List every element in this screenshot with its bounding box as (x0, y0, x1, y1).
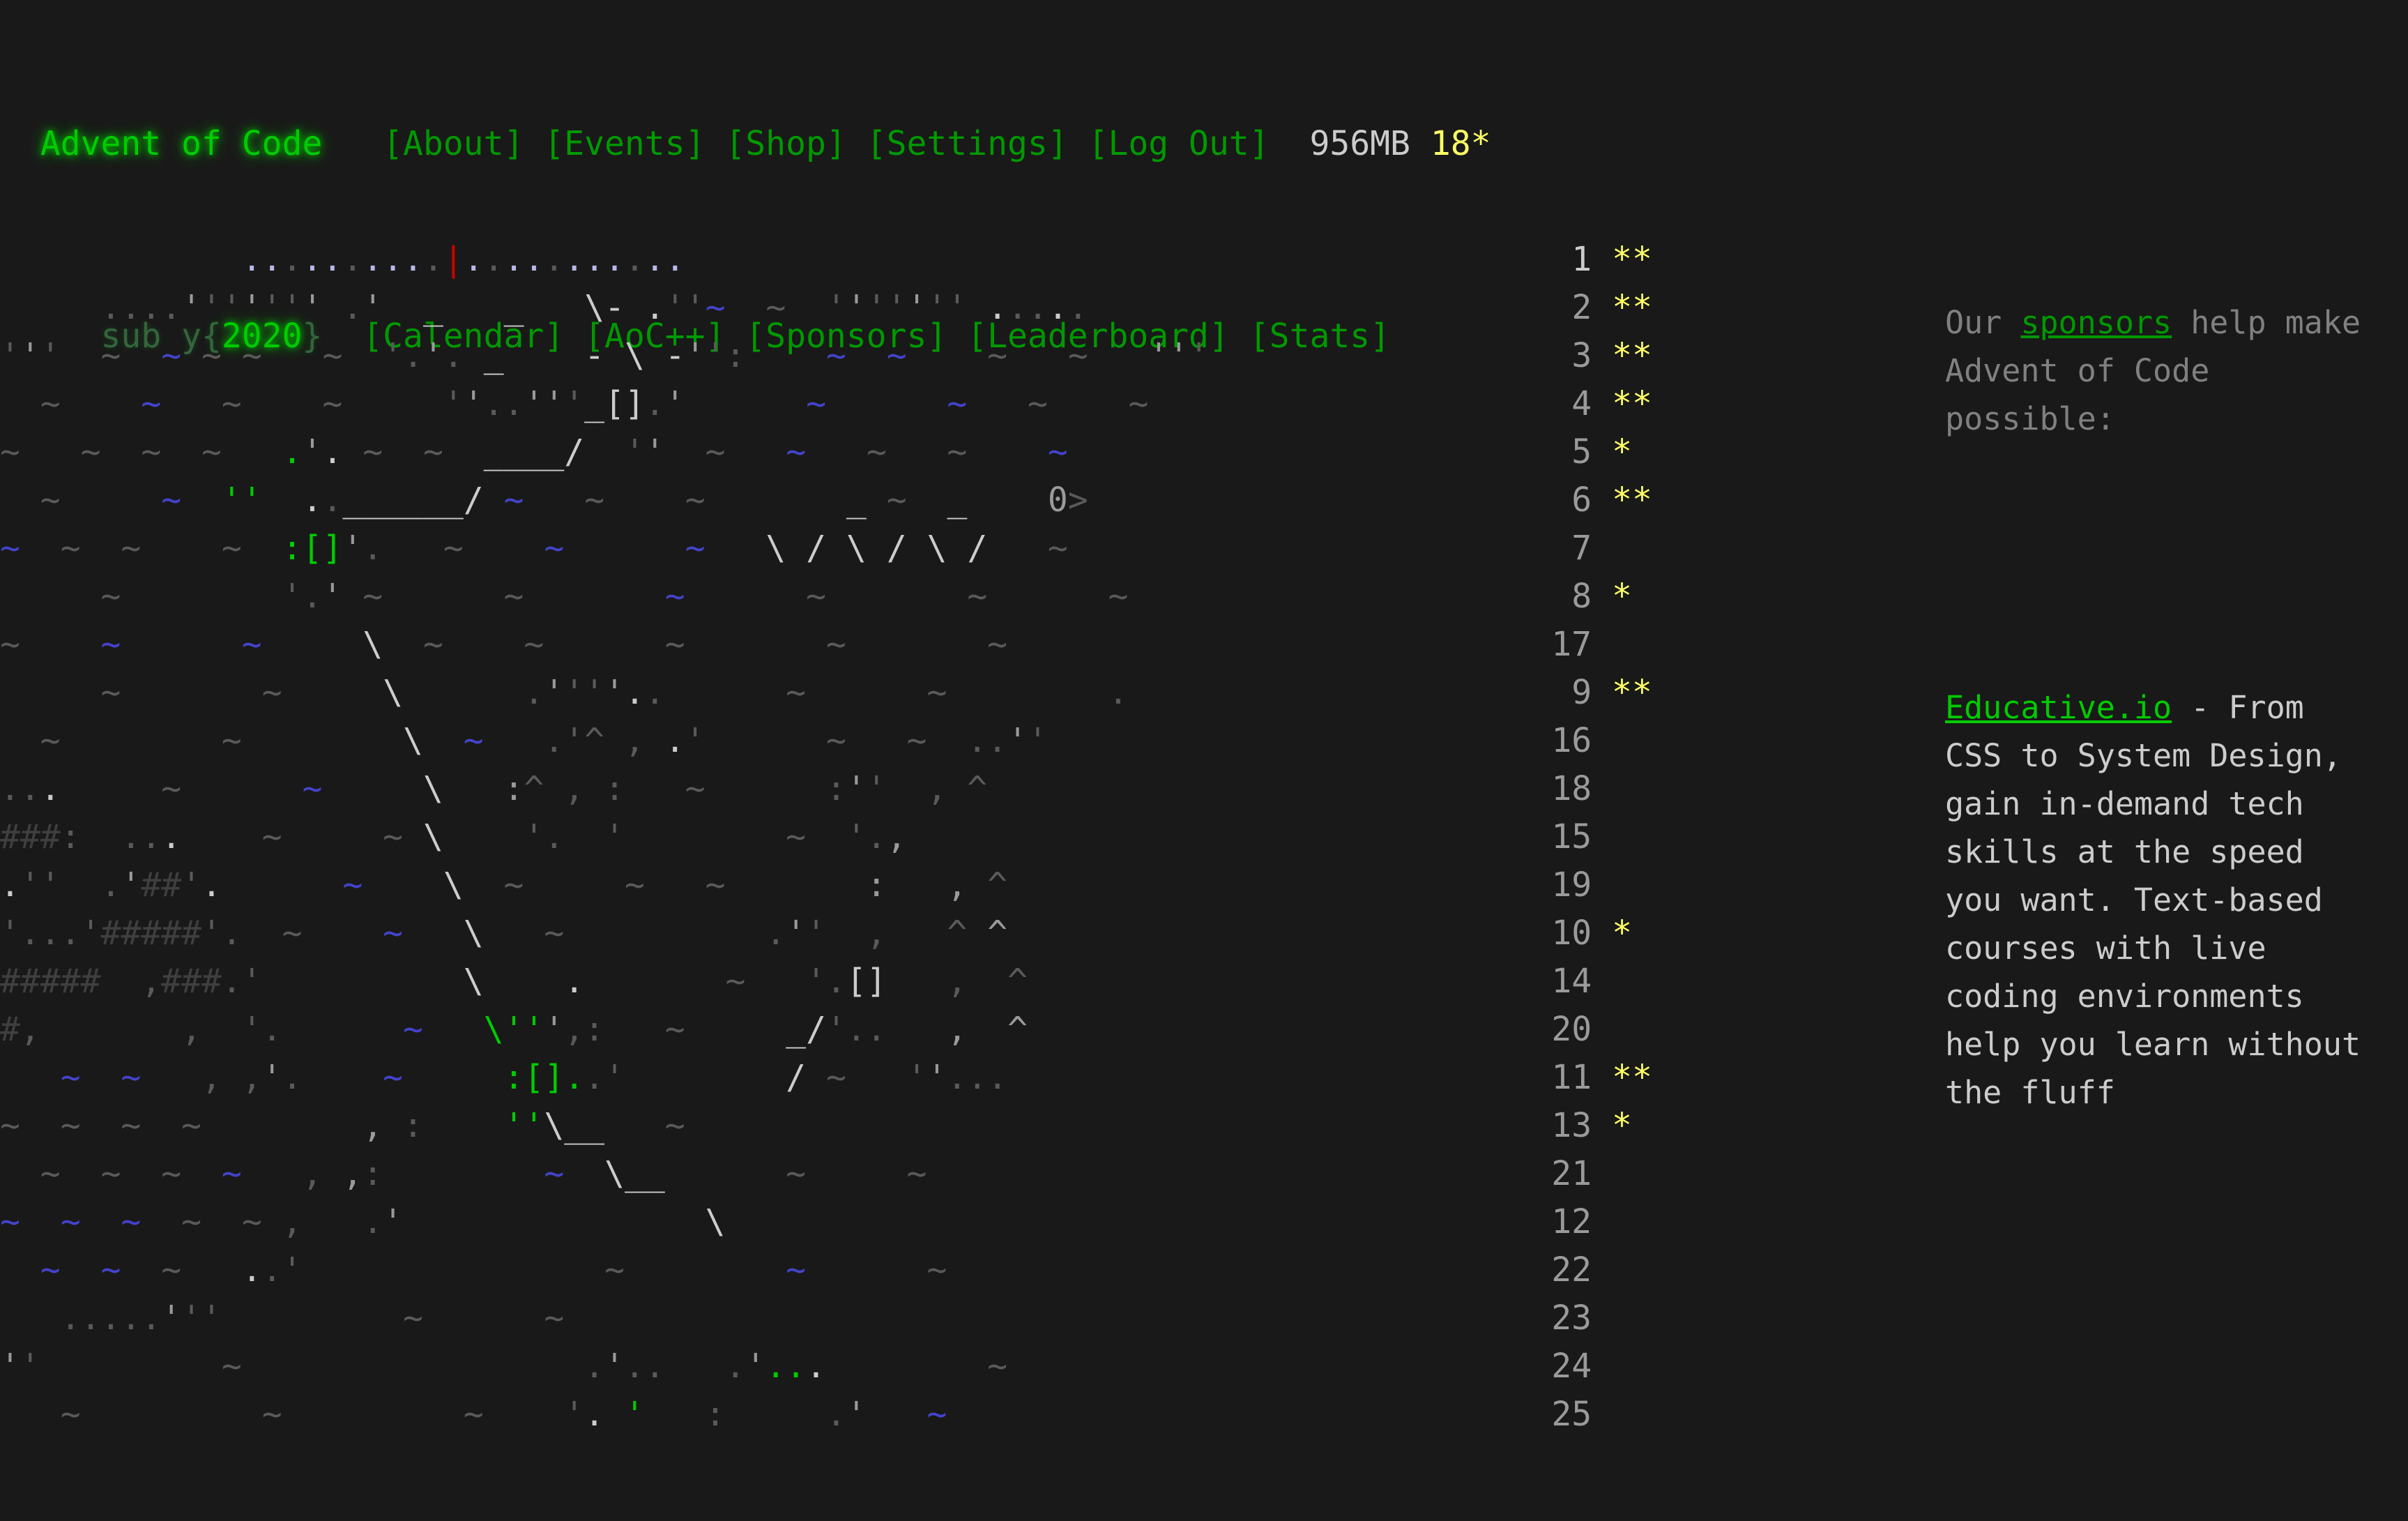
calendar-day-7[interactable]: 7 (1532, 529, 1592, 568)
calendar-day-15[interactable]: 15 (1531, 817, 1592, 856)
day-6-stars: ** (1612, 480, 1652, 520)
calendar-row: '...'#####'. ~ ~ \ ~ .'' , ^ ^ 10 * (0, 914, 1632, 953)
calendar-row: ~ ~ ~ ~ ~ , .' \ 12 (0, 1202, 1592, 1241)
calendar-day-19[interactable]: 19 (1531, 865, 1592, 905)
calendar-day-2[interactable]: 2 (1532, 288, 1592, 327)
calendar-row: ~ ~ ~ \ ~ ~ ~ ~ ~ 17 (0, 625, 1592, 664)
calendar-row: #, , '. ~ \''',: ~ _/'.. , ^ 20 (0, 1010, 1592, 1049)
calendar-day-11[interactable]: 11 (1531, 1058, 1592, 1097)
calendar-row: ~ ~ ~ ~ .'. ~ ~ ____/ '' ~ ~ ~ ~ ~ 5 * (0, 432, 1633, 471)
day-10-stars: * (1612, 914, 1632, 953)
day-1-stars: ** (1612, 240, 1652, 279)
sponsor-intro-pre: Our (1945, 304, 2021, 341)
calendar-day-6[interactable]: 6 (1531, 480, 1592, 520)
calendar-row: .'' .'##'. ~ \ ~ ~ ~ : , ^ 19 (0, 865, 1592, 905)
calendar-day-24[interactable]: 24 (1531, 1347, 1592, 1386)
calendar-day-23[interactable]: 23 (1531, 1299, 1592, 1338)
calendar-day-18[interactable]: 18 (1531, 769, 1592, 808)
sponsor-description: From CSS to System Design, gain in-deman… (1945, 689, 2380, 1111)
calendar-day-1[interactable]: 1 (1531, 240, 1592, 279)
nav-events[interactable]: [Events] (544, 124, 705, 163)
calendar-row: ~ ~ ~ ~ :[]'. ~ ~ ~ \ / \ / \ / ~ 7 (0, 529, 1592, 568)
calendar-day-3[interactable]: 3 (1532, 336, 1592, 375)
day-4-stars: ** (1612, 384, 1652, 423)
sponsor-dash: - (2172, 689, 2229, 726)
calendar-row: ~ ~ ~ ~ , : ''\__ ~ 13 * (0, 1106, 1632, 1145)
calendar-row: ... ~ ~ \ :^ , : ~ :'' , ^ 18 (0, 769, 1592, 808)
calendar-day-5[interactable]: 5 (1532, 432, 1592, 471)
calendar-row: ~ ~ ~ ~ , ,: ~ \__ ~ ~ 21 (40, 1154, 1592, 1193)
calendar-row: ~ ~ \ .''''.. ~ ~ . 9 ** (100, 673, 1652, 712)
calendar-row: ~ ~ \ ~ .'^ , .' ~ ~ ..'' 16 (40, 721, 1592, 760)
calendar-row: ....''''''' .' _ _ \- .''~ ~ ''''''' ...… (100, 288, 1653, 327)
calendar-day-9[interactable]: 9 (1531, 673, 1592, 712)
calendar-row: ~ ~ , ,'. ~ :[]..' / ~ ''... 11 ** (60, 1058, 1652, 1097)
calendar-day-8[interactable]: 8 (1531, 577, 1592, 616)
site-title[interactable]: Advent of Code (40, 124, 323, 163)
nav-settings[interactable]: [Settings] (867, 124, 1068, 163)
day-9-stars: ** (1612, 673, 1652, 712)
sponsor-intro: Our sponsors help make Advent of Code po… (1945, 298, 2363, 443)
calendar-row: ##### ,###.' \ . ~ '.[] , ^ 14 (0, 962, 1592, 1001)
sponsor-panel: Our sponsors help make Advent of Code po… (1945, 202, 2363, 1165)
calendar-day-17[interactable]: 17 (1531, 625, 1592, 664)
calendar-region: ..........|........... 1 ** ....''''''' … (0, 202, 1729, 1472)
calendar-day-25[interactable]: 25 (1531, 1395, 1592, 1434)
calendar-row: ~ ~ '' ..______/ ~ ~ ~ _ ~ _ 0> 6 ** (40, 480, 1652, 520)
nav-shop[interactable]: [Shop] (725, 124, 846, 163)
star-count[interactable]: 18* (1431, 124, 1491, 163)
calendar-day-21[interactable]: 21 (1531, 1154, 1592, 1193)
calendar-day-22[interactable]: 22 (1531, 1250, 1592, 1289)
day-2-stars: ** (1612, 288, 1652, 327)
calendar-row: ~ ~ ~ ~ ''..'''_[].' ~ ~ ~ ~ 4 ** (40, 384, 1652, 423)
calendar-day-14[interactable]: 14 (1531, 962, 1592, 1001)
calendar-day-13[interactable]: 13 (1531, 1106, 1592, 1145)
sponsor-name-link[interactable]: Educative.io (1945, 689, 2172, 726)
memory-indicator: 956MB (1309, 124, 1410, 163)
calendar-day-20[interactable]: 20 (1531, 1010, 1592, 1049)
calendar-day-10[interactable]: 10 (1531, 914, 1592, 953)
calendar-row: ~ '.' ~ ~ ~ ~ ~ ~ 8 * (100, 577, 1632, 616)
day-3-stars: ** (1612, 336, 1652, 375)
calendar-ascii-art[interactable]: ..........|........... 1 ** ....''''''' … (0, 236, 1729, 1439)
calendar-row: .....''' ~ ~ 23 (60, 1299, 1592, 1338)
calendar-row: ###: ... ~ ~ \ '. ' ~ '., 15 (0, 817, 1592, 856)
day-11-stars: ** (1612, 1058, 1652, 1097)
calendar-row: ~ ~ ~ '. ' : .' ~ 25 (60, 1395, 1592, 1434)
nav-about[interactable]: [About] (383, 124, 524, 163)
sponsors-link[interactable]: sponsors (2020, 304, 2172, 341)
sponsor-entry: Educative.io - From CSS to System Design… (1945, 683, 2363, 1117)
sponsor-spacer (1945, 539, 2363, 587)
calendar-row: ''' ~ ~ ~ ~ ~ '.'. _ - \ -'': ~ ~ ~ ~ ''… (0, 336, 1652, 375)
calendar-day-4[interactable]: 4 (1531, 384, 1592, 423)
calendar-row: ..........|........... 1 ** (241, 240, 1652, 279)
calendar-day-12[interactable]: 12 (1531, 1202, 1592, 1241)
calendar-row: ~ ~ ~ ..' ~ ~ ~ 22 (40, 1250, 1592, 1289)
day-5-stars: * (1612, 432, 1633, 471)
header-row-1: Advent of Code [About] [Events] [Shop] [… (0, 120, 2408, 168)
day-13-stars: * (1612, 1106, 1632, 1145)
nav-logout[interactable]: [Log Out] (1088, 124, 1270, 163)
day-8-stars: * (1612, 577, 1632, 616)
calendar-day-16[interactable]: 16 (1531, 721, 1592, 760)
calendar-row: '' ~ .'.. .'... ~ 24 (0, 1347, 1592, 1386)
